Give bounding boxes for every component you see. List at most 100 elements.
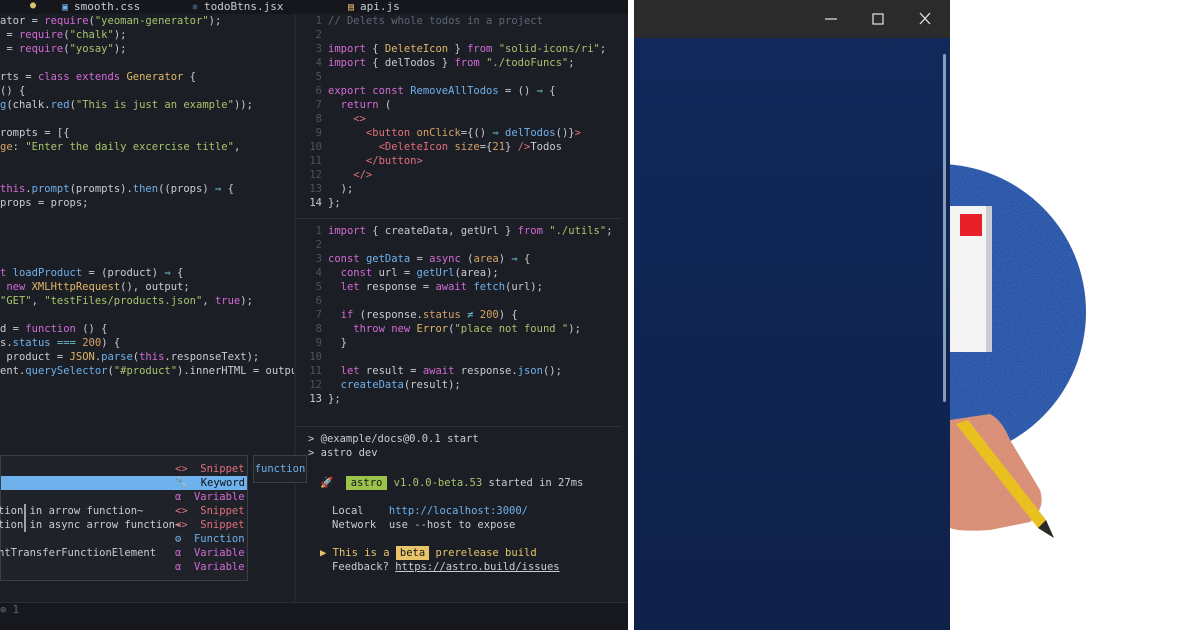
line-number: 3 [315, 253, 322, 265]
line-number: 6 [315, 295, 322, 307]
code-line: 6 [296, 294, 328, 308]
code-line: ator = require("yeoman-generator"); [0, 14, 221, 28]
autocomplete-item[interactable]: 🔧 Keyword [1, 476, 247, 490]
terminal-pane[interactable]: > @example/docs@0.0.1 start > astro dev … [296, 426, 622, 602]
code-token: let [328, 365, 360, 377]
code-line: ent.querySelector("#product").innerHTML … [0, 364, 294, 378]
line-number: 4 [315, 267, 322, 279]
code-token: }; [328, 393, 341, 405]
autocomplete-kind: α Variable [175, 547, 245, 559]
code-line: 11 let result = await response.json(); [296, 364, 562, 378]
code-token: import [328, 225, 366, 237]
code-token: class extends [37, 71, 127, 83]
feedback-line: Feedback? https://astro.build/issues [332, 560, 560, 574]
code-line: rts = class extends Generator { [0, 70, 196, 84]
minimize-button[interactable] [818, 9, 844, 29]
pane-divider[interactable] [296, 218, 622, 219]
code-token: ={() [460, 127, 493, 139]
code-token: result = [359, 365, 423, 377]
code-token: <button [328, 127, 417, 139]
autocomplete-item[interactable]: tion in arrow function~ <> Snippet [0, 504, 247, 518]
code-token: require [18, 43, 64, 55]
code-line: 1 import { createData, getUrl } from "./u… [296, 224, 613, 238]
feedback-link[interactable]: https://astro.build/issues [395, 561, 559, 573]
code-line: this.prompt(prompts).then((props) ⇒ { [0, 182, 234, 196]
code-token: ((props) [158, 183, 215, 195]
code-token: = (product) [82, 267, 165, 279]
code-token: === [56, 337, 76, 349]
title-bar[interactable] [634, 0, 950, 38]
prerelease-suffix: prerelease build [435, 547, 537, 559]
code-token: 200 [479, 309, 499, 321]
code-token: { [517, 253, 531, 265]
autocomplete-item[interactable]: tion in async arrow function~ <> Snippet [0, 518, 247, 532]
tab-todobtns-jsx[interactable]: ⚛ todoBtns.jsx [192, 0, 284, 14]
code-token: ); [240, 295, 253, 307]
code-token: url = [372, 267, 417, 279]
code-token: } [448, 43, 468, 55]
code-token: red [50, 99, 70, 111]
code-line: 1 // Delets whole todos in a project [296, 14, 543, 28]
code-token: getUrl [416, 267, 455, 279]
feedback-label: Feedback? [332, 561, 389, 573]
astro-badge: astro [345, 476, 388, 490]
code-token: ; [599, 43, 607, 55]
local-url-link[interactable]: http://localhost:3000/ [389, 505, 528, 517]
maximize-button[interactable] [865, 9, 891, 29]
code-token: from [517, 225, 543, 237]
code-token: </button> [328, 155, 423, 167]
code-line: props = props; [0, 196, 89, 210]
code-token: function [25, 323, 76, 335]
code-token: (response. [353, 309, 423, 321]
terminal-command-line: > @example/docs@0.0.1 start [308, 433, 479, 445]
code-token: json [517, 365, 543, 377]
autocomplete-label: tion in async arrow function~ [0, 519, 182, 531]
code-token: ()} [555, 127, 575, 139]
tab-smooth-css[interactable]: ▣ smooth.css [62, 0, 140, 14]
unsaved-dot-icon: ● [30, 0, 37, 11]
close-button[interactable] [912, 9, 938, 29]
autocomplete-item[interactable]: <> Snippet [1, 462, 247, 476]
code-token: > [574, 127, 581, 139]
line-number: 5 [315, 281, 322, 293]
red-square [960, 214, 982, 236]
code-token: from [467, 43, 493, 55]
line-number: 4 [315, 57, 322, 69]
code-token: ); [113, 43, 127, 55]
code-token: </> [328, 169, 373, 181]
code-line: product = JSON.parse(this.responseText); [0, 350, 259, 364]
code-token: "This is just an example" [75, 99, 234, 111]
api-code-pane[interactable]: 1 import { createData, getUrl } from "./u… [296, 220, 622, 420]
todobtns-code-pane[interactable]: 1 // Delets whole todos in a project 2 3 imp… [296, 14, 622, 218]
autocomplete-item[interactable]: ⚙ Function [1, 532, 247, 546]
code-token: } [505, 141, 518, 153]
code-line: 12 </> [296, 168, 372, 182]
vertical-scrollbar[interactable] [943, 54, 946, 402]
autocomplete-item[interactable]: α Variable [1, 490, 247, 504]
code-token: .responseText); [164, 351, 260, 363]
autocomplete-popup[interactable]: <> Snippet 🔧 Keyword α Variable tion in arr… [0, 455, 248, 581]
astro-started-line: 🚀 astro v1.0.0-beta.53 started in 27ms [320, 476, 583, 490]
tab-api-js[interactable]: ▤ api.js [348, 0, 400, 14]
close-icon [919, 12, 931, 25]
code-token: /> [517, 141, 531, 153]
code-token: await [435, 281, 474, 293]
autocomplete-item[interactable]: α Variable [1, 560, 247, 574]
code-token: "./utils" [549, 225, 607, 237]
line-number: 13 [309, 393, 322, 405]
code-token: parse [101, 351, 133, 363]
code-token: = () [498, 85, 537, 97]
code-token: loadProduct [12, 267, 83, 279]
code-editor: ● ▣ smooth.css ⚛ todoBtns.jsx ▤ api.js ator… [0, 0, 628, 630]
code-token: ); [568, 323, 581, 335]
code-token: "GET" [0, 295, 32, 307]
line-number: 12 [309, 169, 322, 181]
status-bar: ⊗ 1 [0, 602, 628, 630]
status-errors[interactable]: ⊗ 1 [0, 603, 19, 617]
code-token: { createData, getUrl } [365, 225, 518, 237]
code-token: ; [568, 57, 575, 69]
code-token: { [221, 183, 234, 195]
line-number: 14 [309, 197, 322, 209]
code-token: s. [0, 337, 13, 349]
autocomplete-item[interactable]: ntTransferFunctionElement α Variable [0, 546, 247, 560]
